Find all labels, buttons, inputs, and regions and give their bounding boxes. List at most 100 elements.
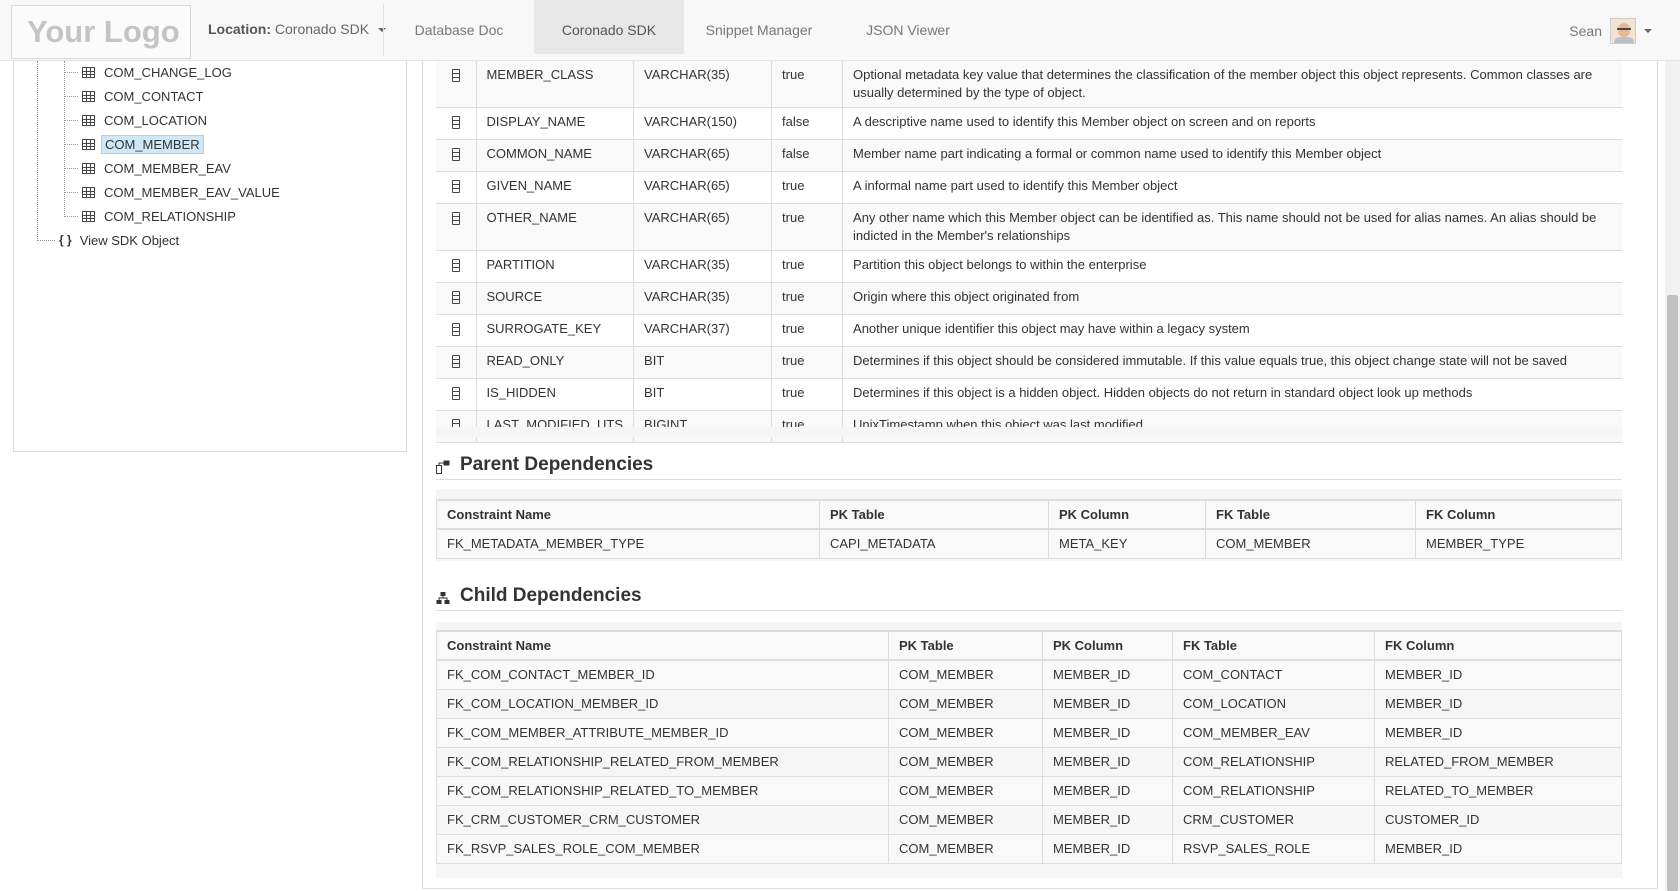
- tree-item-label: COM_RELATIONSHIP: [104, 208, 236, 224]
- location-value: Coronado SDK: [274, 21, 370, 37]
- user-name: Sean: [1569, 23, 1602, 39]
- table-cell: FK_COM_MEMBER_ATTRIBUTE_MEMBER_ID: [436, 718, 889, 748]
- user-menu[interactable]: Sean: [1569, 18, 1652, 44]
- table-cell: COM_LOCATION: [1172, 689, 1375, 719]
- tree-item-label: COM_MEMBER: [101, 134, 204, 154]
- tab-database-doc[interactable]: Database Doc: [400, 0, 518, 54]
- table-row[interactable]: READ_ONLY BIT true Determines if this objec…: [436, 346, 1622, 379]
- logo[interactable]: Your Logo: [11, 5, 191, 59]
- table-row[interactable]: SURROGATE_KEY VARCHAR(37) true Another uniq…: [436, 314, 1622, 347]
- column-type-cell: VARCHAR(65): [633, 203, 773, 251]
- table-row[interactable]: FK_COM_CONTACT_MEMBER_ID COM_MEMBER MEMBER…: [436, 659, 1622, 690]
- column-type-cell: VARCHAR(65): [633, 171, 773, 204]
- tree-connector: [37, 61, 38, 241]
- tree-item-label: COM_MEMBER_EAV: [104, 160, 231, 176]
- column-icon: [451, 212, 460, 225]
- column-header: FK Table: [1172, 630, 1375, 661]
- table-row[interactable]: DISPLAY_NAME VARCHAR(150) false A descripti…: [436, 107, 1622, 140]
- tree-item-com-member[interactable]: COM_MEMBER: [64, 134, 204, 154]
- tree-item-com-contact[interactable]: COM_CONTACT: [64, 86, 206, 106]
- caret-down-icon: [1644, 29, 1652, 33]
- table-cell: MEMBER_ID: [1042, 776, 1173, 806]
- table-icon: [82, 210, 95, 222]
- table-cell: COM_MEMBER: [888, 718, 1043, 748]
- tab-snippet-manager[interactable]: Snippet Manager: [692, 0, 826, 54]
- column-type-cell: VARCHAR(37): [633, 314, 773, 347]
- row-icon-cell: [436, 282, 477, 315]
- parent-dependencies-table: Constraint Name PK Table PK Column FK Table…: [436, 499, 1622, 559]
- table-cell: COM_MEMBER: [1205, 528, 1416, 559]
- column-header: PK Table: [819, 499, 1049, 530]
- table-cell: RELATED_TO_MEMBER: [1374, 776, 1622, 806]
- column-icon: [451, 116, 460, 129]
- caret-down-icon: [377, 28, 386, 33]
- column-name-cell: DISPLAY_NAME: [476, 107, 635, 140]
- row-icon-cell: [436, 203, 477, 251]
- column-name-cell: OTHER_NAME: [476, 203, 635, 251]
- column-icon: [451, 355, 460, 368]
- table-cell: RSVP_SALES_ROLE: [1172, 834, 1375, 864]
- table-cell: COM_MEMBER: [888, 747, 1043, 777]
- column-name-cell: READ_ONLY: [476, 346, 635, 379]
- table-cell: MEMBER_ID: [1374, 834, 1622, 864]
- tree-item-com-change-log[interactable]: COM_CHANGE_LOG: [64, 62, 235, 82]
- table-cell: MEMBER_TYPE: [1415, 528, 1622, 559]
- table-cell: MEMBER_ID: [1042, 805, 1173, 835]
- column-description-cell: A informal name part used to identify th…: [842, 171, 1622, 204]
- table-row[interactable]: FK_COM_MEMBER_ATTRIBUTE_MEMBER_ID COM_MEM…: [436, 718, 1622, 748]
- scrollbar-thumb[interactable]: [1667, 295, 1678, 891]
- table-row[interactable]: GIVEN_NAME VARCHAR(65) true A informal name…: [436, 171, 1622, 204]
- table-row[interactable]: FK_COM_LOCATION_MEMBER_ID COM_MEMBER MEMBE…: [436, 689, 1622, 719]
- column-icon: [451, 291, 460, 304]
- table-row[interactable]: FK_RSVP_SALES_ROLE_COM_MEMBER COM_MEMBER M…: [436, 834, 1622, 864]
- tab-json-viewer[interactable]: JSON Viewer: [858, 0, 958, 54]
- main-content: MEMBER_CLASS VARCHAR(35) true Optional meta…: [422, 61, 1658, 889]
- table-row[interactable]: FK_CRM_CUSTOMER_CRM_CUSTOMER COM_MEMBER ME…: [436, 805, 1622, 835]
- child-dependencies-heading: Child Dependencies: [436, 581, 1622, 611]
- location-dropdown[interactable]: Location: Coronado SDK: [208, 21, 386, 37]
- table-cell: MEMBER_ID: [1374, 689, 1622, 719]
- column-name-cell: COMMON_NAME: [476, 139, 635, 172]
- column-nullable-cell: true: [771, 314, 844, 347]
- column-nullable-cell: true: [771, 250, 844, 283]
- column-description-cell: Optional metadata key value that determi…: [842, 61, 1622, 108]
- tree-item-com-location[interactable]: COM_LOCATION: [64, 110, 210, 130]
- table-row[interactable]: COMMON_NAME VARCHAR(65) false Member name p…: [436, 139, 1622, 172]
- column-description-cell: Partition this object belongs to within …: [842, 250, 1622, 283]
- table-row[interactable]: PARTITION VARCHAR(35) true Partition this o…: [436, 250, 1622, 283]
- table-cell: COM_MEMBER: [888, 834, 1043, 864]
- table-cell: MEMBER_ID: [1042, 689, 1173, 719]
- row-icon-cell: [436, 139, 477, 172]
- tree-item-label: View SDK Object: [79, 232, 180, 248]
- tab-coronado-sdk[interactable]: Coronado SDK: [534, 0, 684, 54]
- table-row[interactable]: MEMBER_CLASS VARCHAR(35) true Optional meta…: [436, 61, 1622, 108]
- row-icon-cell: [436, 171, 477, 204]
- table-cell: MEMBER_ID: [1042, 834, 1173, 864]
- column-icon: [451, 69, 460, 82]
- tree-item-label: COM_LOCATION: [104, 112, 208, 128]
- section-title-text: Child Dependencies: [460, 584, 642, 606]
- table-row[interactable]: OTHER_NAME VARCHAR(65) true Any other name …: [436, 203, 1622, 251]
- table-row[interactable]: IS_HIDDEN BIT true Determines if this objec…: [436, 378, 1622, 411]
- table-row[interactable]: FK_COM_RELATIONSHIP_RELATED_FROM_MEMBER C…: [436, 747, 1622, 777]
- table-cell: FK_COM_LOCATION_MEMBER_ID: [436, 689, 889, 719]
- tree-item-view-sdk-object[interactable]: { } View SDK Object: [37, 230, 179, 250]
- column-header: Constraint Name: [436, 499, 820, 530]
- tree-item-com-relationship[interactable]: COM_RELATIONSHIP: [64, 206, 239, 226]
- column-header: FK Table: [1205, 499, 1416, 530]
- column-nullable-cell: true: [771, 61, 844, 108]
- table-cell: MEMBER_ID: [1042, 718, 1173, 748]
- tree-item-com-member-eav-value[interactable]: COM_MEMBER_EAV_VALUE: [64, 182, 283, 202]
- column-name-cell: MEMBER_CLASS: [476, 61, 635, 108]
- column-description-cell: Determines if this object should be cons…: [842, 346, 1622, 379]
- table-icon: [82, 186, 95, 198]
- location-label: Location:: [208, 21, 271, 37]
- tree-item-com-member-eav[interactable]: COM_MEMBER_EAV: [64, 158, 234, 178]
- table-row[interactable]: FK_COM_RELATIONSHIP_RELATED_TO_MEMBER COM…: [436, 776, 1622, 806]
- table-icon: [82, 162, 95, 174]
- table-row[interactable]: FK_METADATA_MEMBER_TYPE CAPI_METADATA META…: [436, 528, 1622, 559]
- column-nullable-cell: true: [771, 171, 844, 204]
- column-header: PK Column: [1048, 499, 1206, 530]
- column-name-cell: PARTITION: [476, 250, 635, 283]
- table-row[interactable]: SOURCE VARCHAR(35) true Origin where this o…: [436, 282, 1622, 315]
